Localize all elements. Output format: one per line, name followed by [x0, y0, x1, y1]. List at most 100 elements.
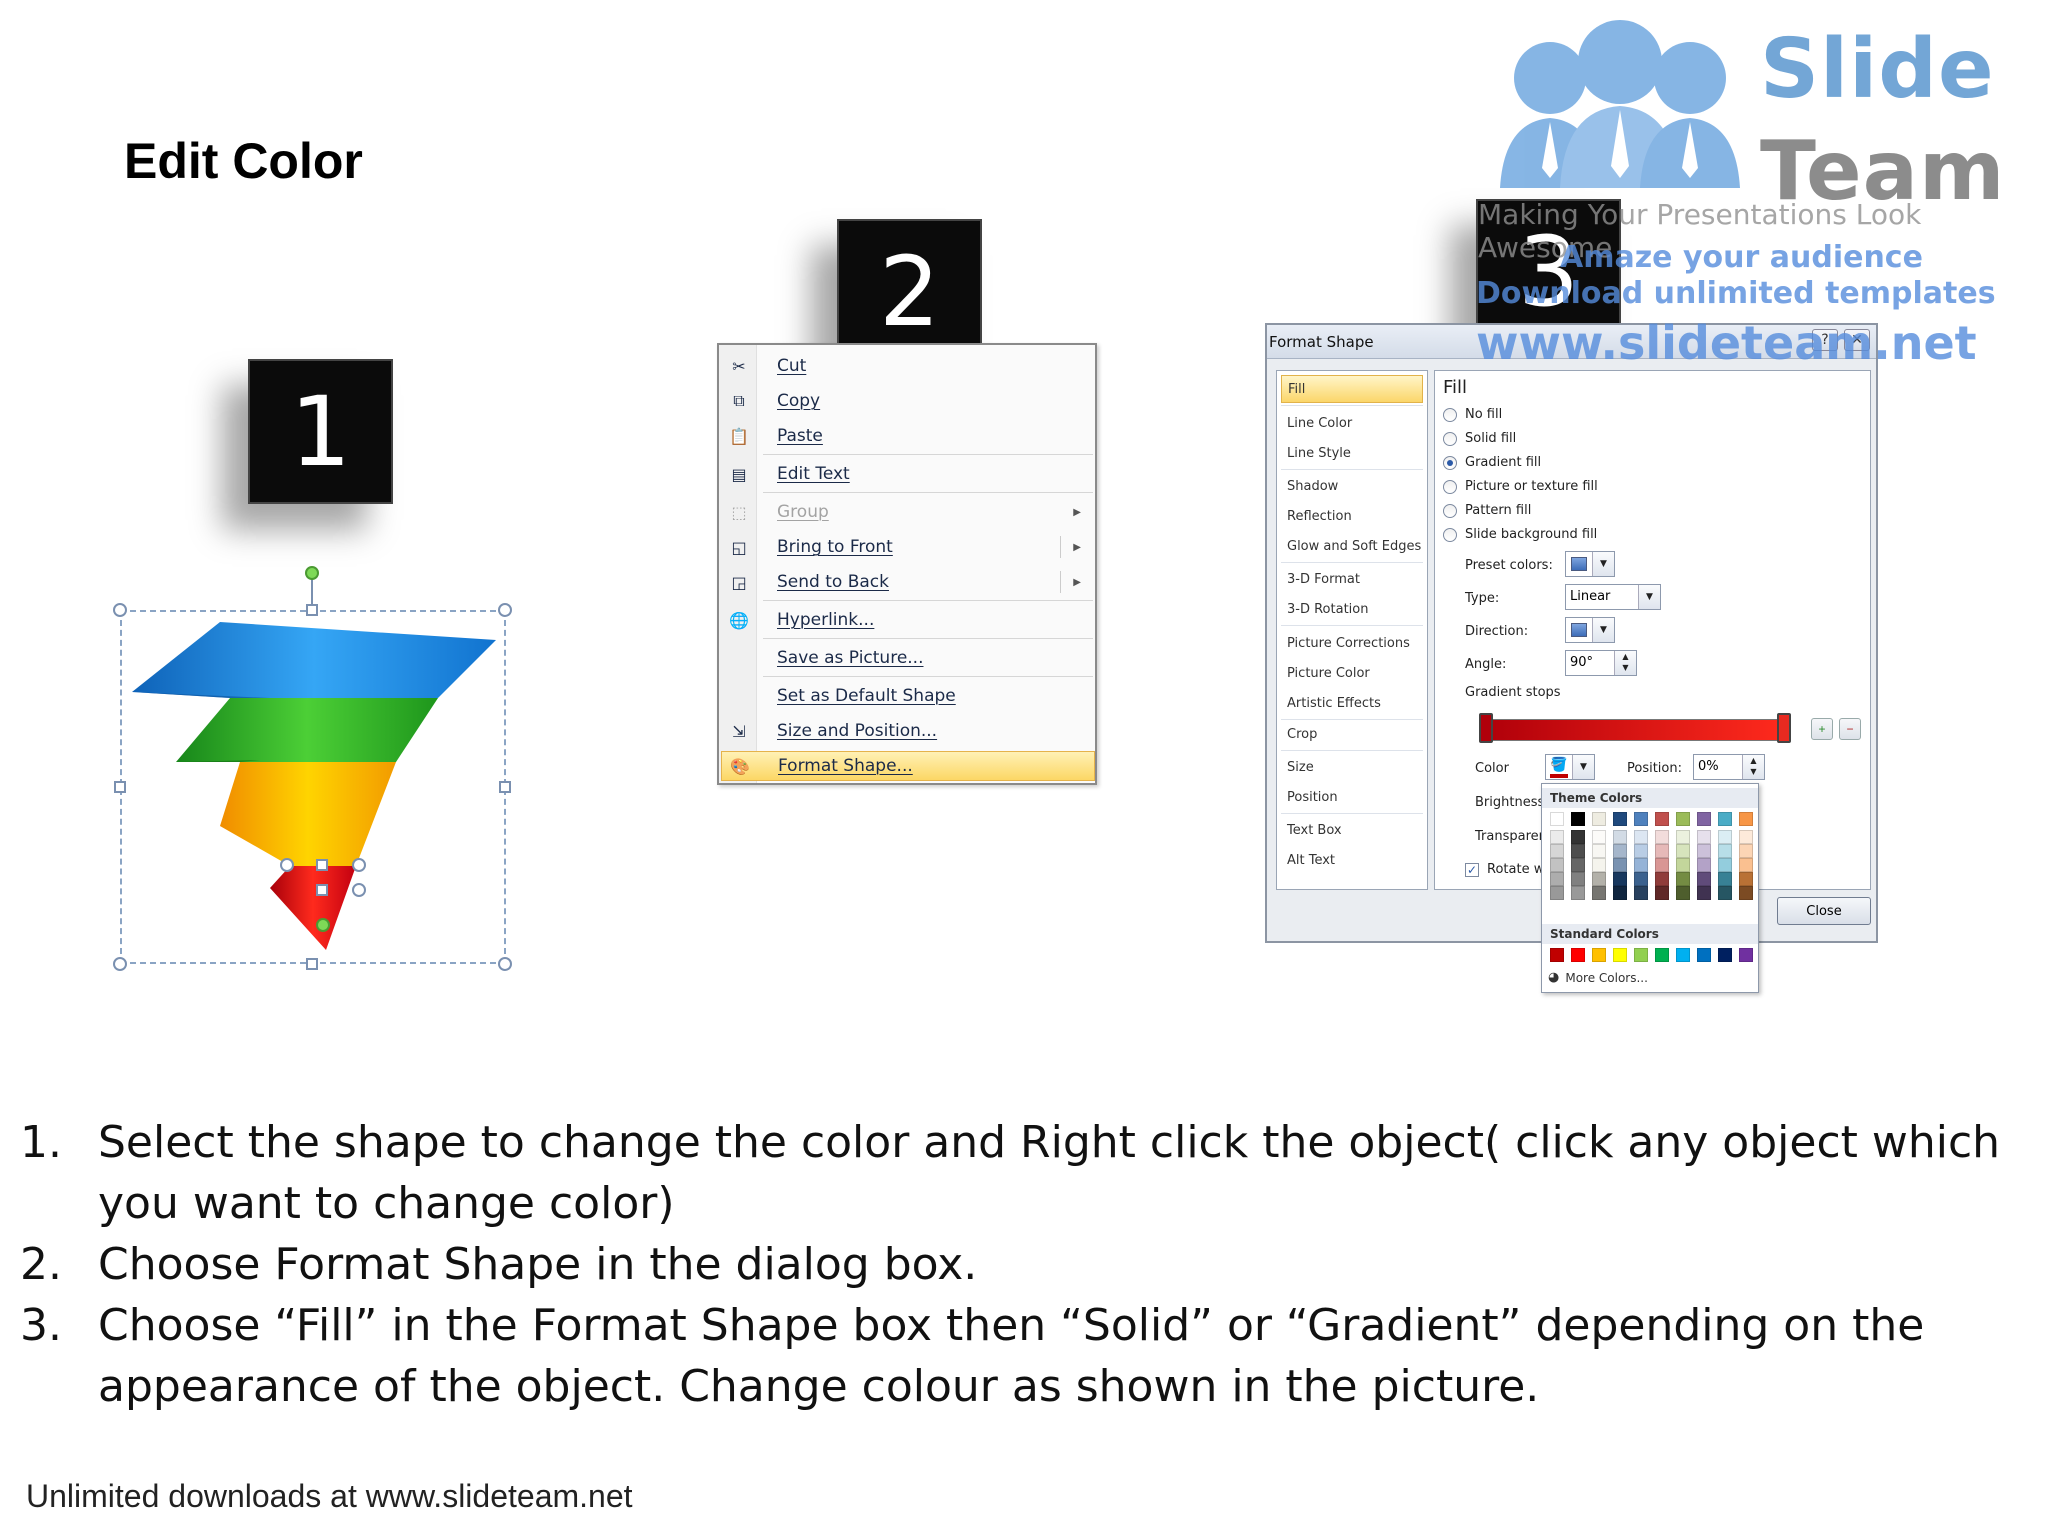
- theme-color-swatch[interactable]: [1592, 844, 1606, 858]
- theme-color-swatch[interactable]: [1571, 830, 1585, 844]
- theme-color-swatch[interactable]: [1676, 886, 1690, 900]
- nav-fill[interactable]: Fill: [1281, 375, 1423, 403]
- theme-color-swatch[interactable]: [1592, 830, 1606, 844]
- theme-color-swatch[interactable]: [1739, 872, 1753, 886]
- nav-picture-corrections[interactable]: Picture Corrections: [1281, 629, 1423, 657]
- standard-color-swatch[interactable]: [1550, 948, 1564, 962]
- theme-color-swatch[interactable]: [1718, 858, 1732, 872]
- nav-text-box[interactable]: Text Box: [1281, 816, 1423, 844]
- theme-color-swatch[interactable]: [1592, 858, 1606, 872]
- theme-color-swatch[interactable]: [1676, 872, 1690, 886]
- theme-color-swatch[interactable]: [1613, 830, 1627, 844]
- theme-color-swatch[interactable]: [1697, 858, 1711, 872]
- nav-3d-rotation[interactable]: 3-D Rotation: [1281, 595, 1423, 623]
- radio-picture-texture-fill[interactable]: [1443, 480, 1457, 494]
- type-dropdown[interactable]: Linear ▼: [1565, 584, 1661, 610]
- remove-stop-icon[interactable]: −: [1839, 718, 1861, 740]
- menu-item-edit-text[interactable]: ▤ Edit Text: [721, 459, 1095, 489]
- theme-color-swatch[interactable]: [1613, 844, 1627, 858]
- theme-color-swatch[interactable]: [1634, 812, 1648, 826]
- theme-color-swatch[interactable]: [1592, 812, 1606, 826]
- theme-color-swatch[interactable]: [1571, 872, 1585, 886]
- position-spinner[interactable]: 0% ▲ ▼: [1693, 754, 1765, 780]
- menu-item-paste[interactable]: 📋 Paste: [721, 421, 1095, 451]
- theme-color-swatch[interactable]: [1613, 812, 1627, 826]
- standard-color-swatch[interactable]: [1592, 948, 1606, 962]
- theme-color-swatch[interactable]: [1739, 830, 1753, 844]
- theme-color-swatch[interactable]: [1718, 886, 1732, 900]
- menu-item-cut[interactable]: ✂ Cut: [721, 351, 1095, 381]
- menu-item-bring-to-front[interactable]: ◱ Bring to Front ▶: [721, 532, 1095, 562]
- inner-handle-t[interactable]: [316, 859, 328, 871]
- inner-handle-adjust[interactable]: [316, 918, 330, 932]
- theme-color-swatch[interactable]: [1634, 886, 1648, 900]
- theme-color-swatch[interactable]: [1592, 872, 1606, 886]
- theme-color-swatch[interactable]: [1697, 844, 1711, 858]
- nav-picture-color[interactable]: Picture Color: [1281, 659, 1423, 687]
- menu-item-copy[interactable]: ⧉ Copy: [721, 386, 1095, 416]
- standard-color-swatch[interactable]: [1676, 948, 1690, 962]
- gradient-stops-bar[interactable]: [1485, 719, 1785, 741]
- nav-reflection[interactable]: Reflection: [1281, 502, 1423, 530]
- theme-color-swatch[interactable]: [1676, 830, 1690, 844]
- nav-shadow[interactable]: Shadow: [1281, 472, 1423, 500]
- radio-slide-background-fill[interactable]: [1443, 528, 1457, 542]
- inverted-pyramid-shape[interactable]: [120, 610, 506, 964]
- direction-dropdown[interactable]: ▼: [1565, 617, 1615, 643]
- theme-color-swatch[interactable]: [1655, 858, 1669, 872]
- theme-color-swatch[interactable]: [1613, 886, 1627, 900]
- theme-color-swatch[interactable]: [1655, 812, 1669, 826]
- add-stop-icon[interactable]: +: [1811, 718, 1833, 740]
- theme-color-swatch[interactable]: [1634, 872, 1648, 886]
- theme-color-swatch[interactable]: [1676, 858, 1690, 872]
- standard-color-swatch[interactable]: [1739, 948, 1753, 962]
- theme-color-swatch[interactable]: [1550, 830, 1564, 844]
- theme-color-swatch[interactable]: [1697, 830, 1711, 844]
- theme-color-swatch[interactable]: [1550, 886, 1564, 900]
- nav-line-color[interactable]: Line Color: [1281, 409, 1423, 437]
- theme-color-swatch[interactable]: [1571, 812, 1585, 826]
- inner-handle-mid[interactable]: [316, 884, 328, 896]
- inner-handle-tl[interactable]: [280, 858, 294, 872]
- nav-size[interactable]: Size: [1281, 753, 1423, 781]
- theme-color-swatch[interactable]: [1718, 830, 1732, 844]
- theme-color-swatch[interactable]: [1634, 844, 1648, 858]
- rotate-with-shape-checkbox[interactable]: ✓: [1465, 863, 1479, 877]
- standard-color-swatch[interactable]: [1613, 948, 1627, 962]
- theme-color-swatch[interactable]: [1697, 886, 1711, 900]
- menu-item-size-and-position[interactable]: ⇲ Size and Position...: [721, 716, 1095, 746]
- menu-item-hyperlink[interactable]: 🌐 Hyperlink...: [721, 605, 1095, 635]
- radio-solid-fill[interactable]: [1443, 432, 1457, 446]
- theme-color-swatch[interactable]: [1697, 872, 1711, 886]
- menu-item-group[interactable]: ⬚ Group ▶: [721, 497, 1095, 527]
- theme-color-swatch[interactable]: [1676, 844, 1690, 858]
- nav-line-style[interactable]: Line Style: [1281, 439, 1423, 467]
- theme-color-swatch[interactable]: [1634, 858, 1648, 872]
- standard-color-swatch[interactable]: [1655, 948, 1669, 962]
- menu-item-send-to-back[interactable]: ◲ Send to Back ▶: [721, 567, 1095, 597]
- menu-item-save-as-picture[interactable]: Save as Picture...: [721, 643, 1095, 673]
- theme-color-swatch[interactable]: [1571, 886, 1585, 900]
- nav-artistic-effects[interactable]: Artistic Effects: [1281, 689, 1423, 717]
- theme-color-swatch[interactable]: [1718, 812, 1732, 826]
- theme-color-swatch[interactable]: [1550, 858, 1564, 872]
- theme-color-swatch[interactable]: [1571, 858, 1585, 872]
- more-colors-link[interactable]: ◕ More Colors...: [1548, 970, 1648, 985]
- theme-color-swatch[interactable]: [1718, 844, 1732, 858]
- nav-alt-text[interactable]: Alt Text: [1281, 846, 1423, 874]
- nav-position[interactable]: Position: [1281, 783, 1423, 811]
- theme-color-swatch[interactable]: [1550, 872, 1564, 886]
- close-button[interactable]: Close: [1777, 897, 1871, 925]
- standard-color-swatch[interactable]: [1718, 948, 1732, 962]
- theme-color-swatch[interactable]: [1718, 872, 1732, 886]
- radio-gradient-fill[interactable]: [1443, 456, 1457, 470]
- angle-spinner[interactable]: 90° ▲ ▼: [1565, 650, 1637, 676]
- theme-color-swatch[interactable]: [1613, 872, 1627, 886]
- theme-color-swatch[interactable]: [1676, 812, 1690, 826]
- radio-no-fill[interactable]: [1443, 408, 1457, 422]
- menu-item-set-default-shape[interactable]: Set as Default Shape: [721, 681, 1095, 711]
- theme-color-swatch[interactable]: [1634, 830, 1648, 844]
- theme-color-swatch[interactable]: [1655, 886, 1669, 900]
- standard-color-swatch[interactable]: [1571, 948, 1585, 962]
- theme-color-swatch[interactable]: [1655, 844, 1669, 858]
